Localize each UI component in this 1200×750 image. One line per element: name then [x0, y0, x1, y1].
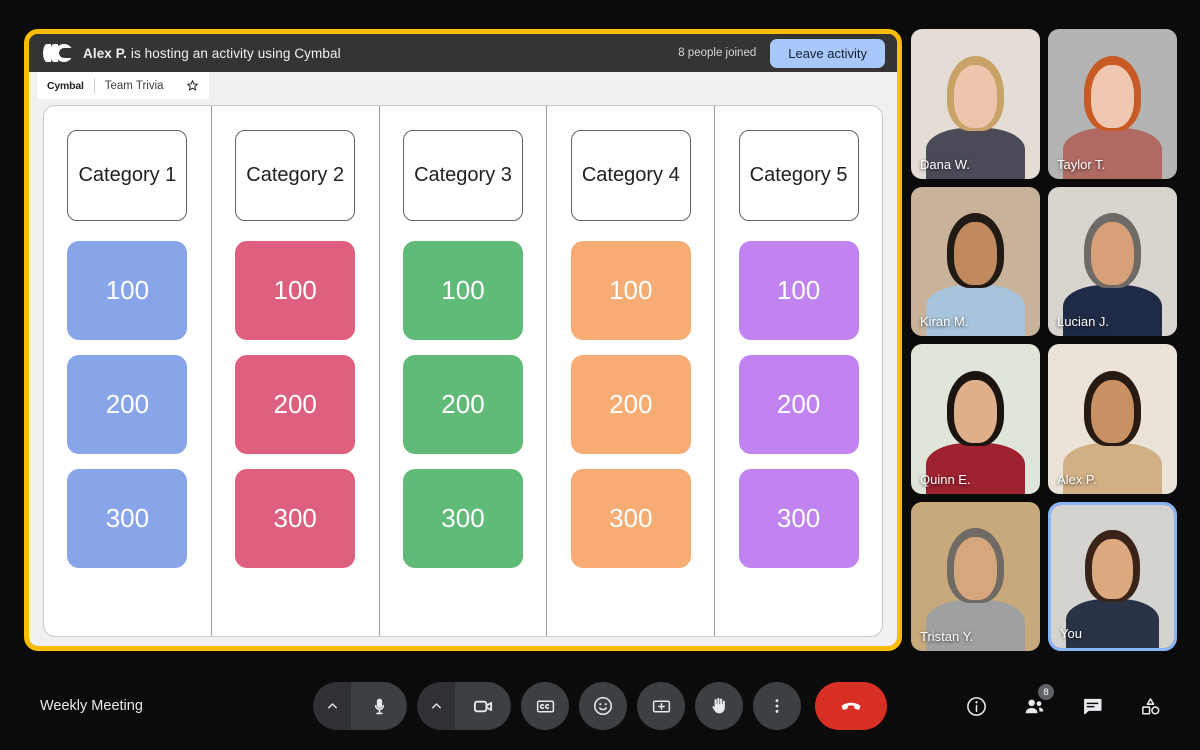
participant-name: You	[1060, 626, 1082, 641]
chat-button[interactable]	[1072, 686, 1112, 726]
activity-body: Cymbal Team Trivia Category 1 100 200 300 Ca…	[29, 72, 897, 646]
joined-count-label: 8 people joined	[678, 47, 757, 59]
host-banner-text: Alex P. is hosting an activity using Cym…	[83, 46, 341, 61]
participant-tile[interactable]: Kiran M.	[911, 186, 1040, 336]
cymbal-logo-icon	[43, 44, 74, 62]
emoji-button[interactable]	[579, 682, 627, 730]
category-card[interactable]: Category 3	[402, 130, 523, 221]
participant-tile[interactable]: Taylor T.	[1048, 29, 1177, 179]
point-tile[interactable]: 200	[67, 355, 188, 454]
participant-name: Taylor T.	[1057, 156, 1106, 172]
microphone-button[interactable]	[313, 682, 407, 730]
point-tile[interactable]: 200	[235, 355, 356, 454]
point-tile[interactable]: 100	[67, 241, 188, 340]
meet-window: Alex P. is hosting an activity using Cym…	[0, 0, 1200, 750]
center-controls	[313, 682, 887, 730]
camera-button[interactable]	[417, 682, 511, 730]
category-card[interactable]: Category 2	[235, 130, 356, 221]
meeting-details-button[interactable]	[956, 686, 996, 726]
present-screen-icon	[651, 696, 672, 717]
info-circle-icon	[965, 695, 988, 718]
participant-tile[interactable]: Alex P.	[1048, 344, 1177, 494]
raised-hand-icon	[708, 695, 730, 717]
cymbal-tab-strip: Cymbal Team Trivia	[29, 72, 897, 99]
board-column: Category 1 100 200 300	[44, 106, 212, 636]
participant-name: Tristan Y.	[920, 629, 974, 644]
leave-activity-button[interactable]: Leave activity	[770, 38, 885, 68]
meeting-control-bar: Weekly Meeting 8	[0, 662, 1200, 750]
cymbal-tab[interactable]: Cymbal Team Trivia	[37, 72, 209, 99]
point-tile[interactable]: 100	[738, 241, 859, 340]
emoji-smiley-icon	[592, 695, 614, 717]
star-icon[interactable]	[186, 79, 199, 92]
activity-header-bar: Alex P. is hosting an activity using Cym…	[29, 34, 897, 72]
more-vertical-icon	[767, 696, 787, 716]
tab-title-label: Team Trivia	[104, 79, 164, 92]
leave-call-button[interactable]	[815, 682, 887, 730]
activity-header-right: 8 people joined Leave activity	[678, 38, 885, 68]
participant-tile[interactable]: Dana W.	[911, 29, 1040, 179]
activities-button[interactable]	[1130, 686, 1170, 726]
participant-tile-you[interactable]: You	[1048, 501, 1177, 651]
chat-bubble-icon	[1081, 695, 1104, 718]
phone-hangup-icon	[838, 693, 864, 719]
present-button[interactable]	[637, 682, 685, 730]
participant-tile[interactable]: Quinn E.	[911, 344, 1040, 494]
participant-tile[interactable]: Tristan Y.	[911, 501, 1040, 651]
point-tile[interactable]: 200	[570, 355, 691, 454]
raise-hand-button[interactable]	[695, 682, 743, 730]
meeting-name-label: Weekly Meeting	[40, 698, 143, 714]
people-count-badge: 8	[1038, 684, 1054, 700]
activity-panel: Alex P. is hosting an activity using Cym…	[24, 29, 902, 651]
point-tile[interactable]: 300	[738, 469, 859, 568]
right-controls: 8	[956, 684, 1170, 726]
closed-captions-icon	[535, 696, 556, 717]
participant-name: Quinn E.	[920, 471, 971, 487]
board-column: Category 4 100 200 300	[547, 106, 716, 636]
point-tile[interactable]: 100	[235, 241, 356, 340]
camera-icon[interactable]	[455, 682, 511, 730]
participant-name: Kiran M.	[920, 314, 969, 329]
participant-name: Alex P.	[1057, 471, 1097, 487]
category-card[interactable]: Category 5	[738, 130, 859, 221]
people-button[interactable]: 8	[1014, 684, 1054, 726]
board-column: Category 3 100 200 300	[380, 106, 548, 636]
microphone-icon[interactable]	[351, 682, 407, 730]
activities-shapes-icon	[1139, 695, 1162, 718]
board-column: Category 5 100 200 300	[715, 106, 882, 636]
point-tile[interactable]: 300	[235, 469, 356, 568]
participant-name: Lucian J.	[1057, 314, 1110, 329]
point-tile[interactable]: 300	[570, 469, 691, 568]
participant-tile[interactable]: Lucian J.	[1048, 186, 1177, 336]
captions-button[interactable]	[521, 682, 569, 730]
host-banner-rest: is hosting an activity using Cymbal	[130, 45, 341, 61]
point-tile[interactable]: 300	[67, 469, 188, 568]
point-tile[interactable]: 300	[402, 469, 523, 568]
microphone-options-chevron-icon[interactable]	[313, 682, 351, 730]
tab-divider	[93, 78, 95, 93]
point-tile[interactable]: 100	[570, 241, 691, 340]
point-tile[interactable]: 200	[402, 355, 523, 454]
trivia-board: Category 1 100 200 300 Category 2 100 200 300 Ca…	[43, 105, 883, 637]
board-column: Category 2 100 200 300	[212, 106, 380, 636]
participant-name: Dana W.	[920, 156, 970, 172]
category-card[interactable]: Category 4	[570, 130, 691, 221]
camera-options-chevron-icon[interactable]	[417, 682, 455, 730]
participant-grid: Dana W. Taylor T. Kiran M. Lucian J. Quinn E…	[911, 29, 1177, 651]
point-tile[interactable]: 100	[402, 241, 523, 340]
host-name: Alex P.	[83, 45, 127, 61]
more-options-button[interactable]	[753, 682, 801, 730]
category-card[interactable]: Category 1	[67, 130, 188, 221]
cymbal-brand-label: Cymbal	[47, 79, 84, 92]
point-tile[interactable]: 200	[738, 355, 859, 454]
game-board-container: Category 1 100 200 300 Category 2 100 200 300 Ca…	[29, 99, 897, 646]
